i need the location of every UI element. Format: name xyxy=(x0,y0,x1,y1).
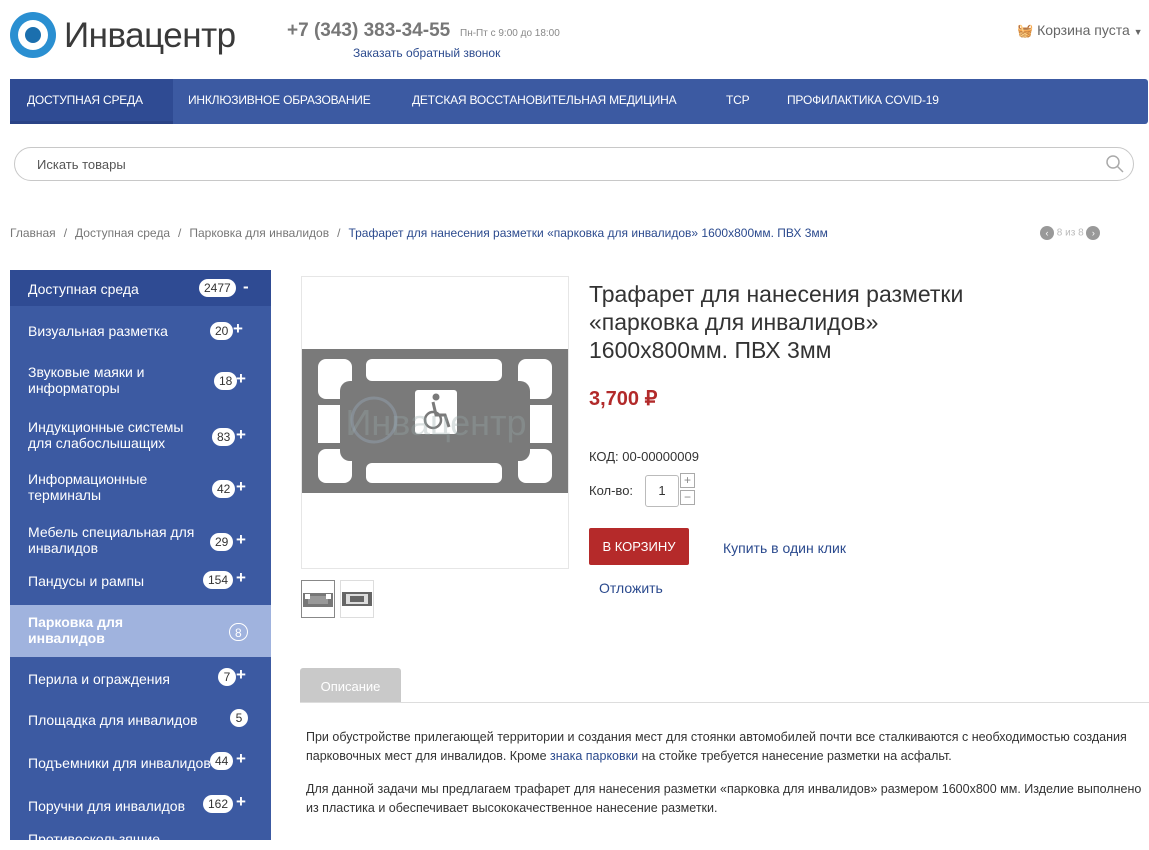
tab-description[interactable]: Описание xyxy=(300,668,401,703)
expand-toggle[interactable]: + xyxy=(236,369,246,389)
callback-link[interactable]: Заказать обратный звонок xyxy=(353,46,500,60)
cart-label: Корзина пуста xyxy=(1037,22,1130,38)
next-arrow-icon[interactable]: › xyxy=(1086,226,1101,240)
sidebar-item-label: Визуальная разметка xyxy=(28,323,168,339)
count-badge: 18 xyxy=(214,372,238,390)
sidebar-item-label: Звуковые маяки и информаторы xyxy=(28,364,145,396)
pager-text: 8 из 8 xyxy=(1056,227,1084,239)
expand-toggle[interactable]: + xyxy=(236,665,246,685)
sidebar-item[interactable]: Индукционные системы для слабослышащих 8… xyxy=(10,414,271,458)
count-badge: 8 xyxy=(229,623,248,641)
sidebar-item-label: Поручни для инвалидов xyxy=(28,798,186,814)
svg-text:Инвацентр: Инвацентр xyxy=(345,402,526,443)
count-badge: 42 xyxy=(212,480,236,498)
breadcrumb-current: Трафарет для нанесения разметки «парковк… xyxy=(348,226,828,240)
add-to-cart-button[interactable]: В КОРЗИНУ xyxy=(589,528,689,565)
minus-icon[interactable]: − xyxy=(680,490,695,505)
sidebar-item[interactable]: Мебель специальная для инвалидов 29 + xyxy=(10,519,271,563)
count-badge: 2477 xyxy=(199,279,236,297)
quantity-input[interactable]: 1 xyxy=(645,475,679,507)
search-input[interactable]: Искать товары xyxy=(14,147,1134,181)
count-badge: 154 xyxy=(203,571,234,589)
sidebar-item-label: Пандусы и рампы xyxy=(28,573,145,589)
logo-icon[interactable] xyxy=(10,12,56,58)
sidebar-item-top[interactable]: Доступная среда 2477 - xyxy=(10,270,271,306)
save-for-later-link[interactable]: Отложить xyxy=(599,580,663,596)
nav-item-tsr[interactable]: ТСР xyxy=(726,93,750,107)
tab-divider xyxy=(300,702,1149,703)
product-code: КОД: 00-00000009 xyxy=(589,449,699,464)
description-paragraph-2: Для данной задачи мы предлагаем трафарет… xyxy=(306,782,1142,815)
sidebar-item-label: Площадка для инвалидов xyxy=(28,712,198,728)
basket-icon: 🧺 xyxy=(1017,23,1034,38)
sidebar-item-label: Парковка для инвалидов xyxy=(28,614,124,646)
cart-dropdown[interactable]: 🧺 Корзина пуста ▼ xyxy=(1017,22,1143,39)
search-placeholder: Искать товары xyxy=(37,157,126,172)
count-badge: 5 xyxy=(230,709,248,727)
breadcrumb-parking[interactable]: Парковка для инвалидов xyxy=(189,226,329,240)
expand-toggle[interactable]: + xyxy=(236,568,246,588)
logo-text[interactable]: Инвацентр xyxy=(64,16,236,56)
thumbnail-2[interactable] xyxy=(340,580,374,618)
category-sidebar: Доступная среда 2477 - Визуальная размет… xyxy=(10,270,271,847)
expand-toggle[interactable]: + xyxy=(236,477,246,497)
count-badge: 44 xyxy=(210,752,234,770)
sidebar-item-label: Мебель специальная для инвалидов xyxy=(28,524,195,556)
sidebar-item[interactable]: Звуковые маяки и информаторы 18 + xyxy=(10,358,271,402)
product-pager: ‹ 8 из 8 › xyxy=(1040,226,1101,240)
plus-icon[interactable]: + xyxy=(680,473,695,488)
code-value: 00-00000009 xyxy=(622,449,699,464)
expand-toggle[interactable]: + xyxy=(236,425,246,445)
caret-down-icon: ▼ xyxy=(1133,27,1143,37)
code-label: КОД: xyxy=(589,449,619,464)
one-click-buy-link[interactable]: Купить в один клик xyxy=(723,540,846,556)
sidebar-item-label: Индукционные системы для слабослышащих xyxy=(28,419,184,451)
header: Инвацентр +7 (343) 383-34-55 Пн-Пт с 9:0… xyxy=(0,0,1149,75)
product-price: 3,700 ₽ xyxy=(589,388,658,410)
main-nav: ДОСТУПНАЯ СРЕДА ИНКЛЮЗИВНОЕ ОБРАЗОВАНИЕ … xyxy=(10,79,1148,124)
description-paragraph-1: При обустройстве прилегающей территории … xyxy=(306,730,1127,763)
sidebar-item[interactable]: Визуальная разметка 20 + xyxy=(10,314,271,348)
search-icon[interactable] xyxy=(1105,154,1125,174)
breadcrumb-home[interactable]: Главная xyxy=(10,226,56,240)
expand-toggle[interactable]: + xyxy=(236,792,246,812)
prev-arrow-icon[interactable]: ‹ xyxy=(1040,226,1054,240)
sidebar-item[interactable]: Информационные терминалы 42 + xyxy=(10,466,271,510)
sidebar-item-label: Доступная среда xyxy=(28,281,139,297)
parking-stencil-image: Инвацентр xyxy=(302,349,568,493)
expand-toggle[interactable]: + xyxy=(236,749,246,769)
sidebar-item[interactable]: Пандусы и рампы 154 + xyxy=(10,568,271,594)
thumbnail-1[interactable] xyxy=(301,580,335,618)
sidebar-item[interactable]: Противоскользящие xyxy=(10,830,271,850)
expand-toggle[interactable]: + xyxy=(236,530,246,550)
sidebar-item[interactable]: Поручни для инвалидов 162 + xyxy=(10,790,271,820)
count-badge: 7 xyxy=(218,668,236,686)
product-title: Трафарет для нанесения разметки «парковк… xyxy=(589,281,964,363)
sidebar-item[interactable]: Площадка для инвалидов 5 xyxy=(10,704,271,734)
sidebar-item[interactable]: Подъемники для инвалидов 44 + xyxy=(10,747,271,777)
count-badge: 20 xyxy=(210,322,234,340)
nav-item-child-medicine[interactable]: ДЕТСКАЯ ВОССТАНОВИТЕЛЬНАЯ МЕДИЦИНА xyxy=(412,93,677,107)
count-badge: 29 xyxy=(210,533,234,551)
nav-item-accessible-env[interactable]: ДОСТУПНАЯ СРЕДА xyxy=(10,79,173,124)
phone-number: +7 (343) 383-34-55 xyxy=(287,20,451,41)
parking-sign-link[interactable]: знака парковки xyxy=(550,749,638,763)
work-hours: Пн-Пт с 9:00 до 18:00 xyxy=(460,28,560,39)
sidebar-item[interactable]: Перила и ограждения 7 + xyxy=(10,663,271,693)
count-badge: 162 xyxy=(203,795,234,813)
nav-item-inclusive-edu[interactable]: ИНКЛЮЗИВНОЕ ОБРАЗОВАНИЕ xyxy=(188,93,371,107)
sidebar-item-selected[interactable]: Парковка для инвалидов 8 xyxy=(10,605,271,657)
sidebar-item-label: Информационные терминалы xyxy=(28,471,148,503)
sidebar-item-label: Перила и ограждения xyxy=(28,671,170,687)
breadcrumb-accessible-env[interactable]: Доступная среда xyxy=(75,226,170,240)
count-badge: 83 xyxy=(212,428,236,446)
nav-item-covid[interactable]: ПРОФИЛАКТИКА COVID-19 xyxy=(787,93,939,107)
collapse-toggle[interactable]: - xyxy=(243,277,249,297)
quantity-label: Кол-во: xyxy=(589,483,634,498)
breadcrumb: Главная / Доступная среда / Парковка для инв… xyxy=(10,226,828,240)
sidebar-item-label: Подъемники для инвалидов xyxy=(28,755,211,771)
sidebar-item-label: Противоскользящие xyxy=(28,831,160,847)
expand-toggle[interactable]: + xyxy=(233,319,243,339)
product-image[interactable]: Инвацентр xyxy=(301,276,569,569)
